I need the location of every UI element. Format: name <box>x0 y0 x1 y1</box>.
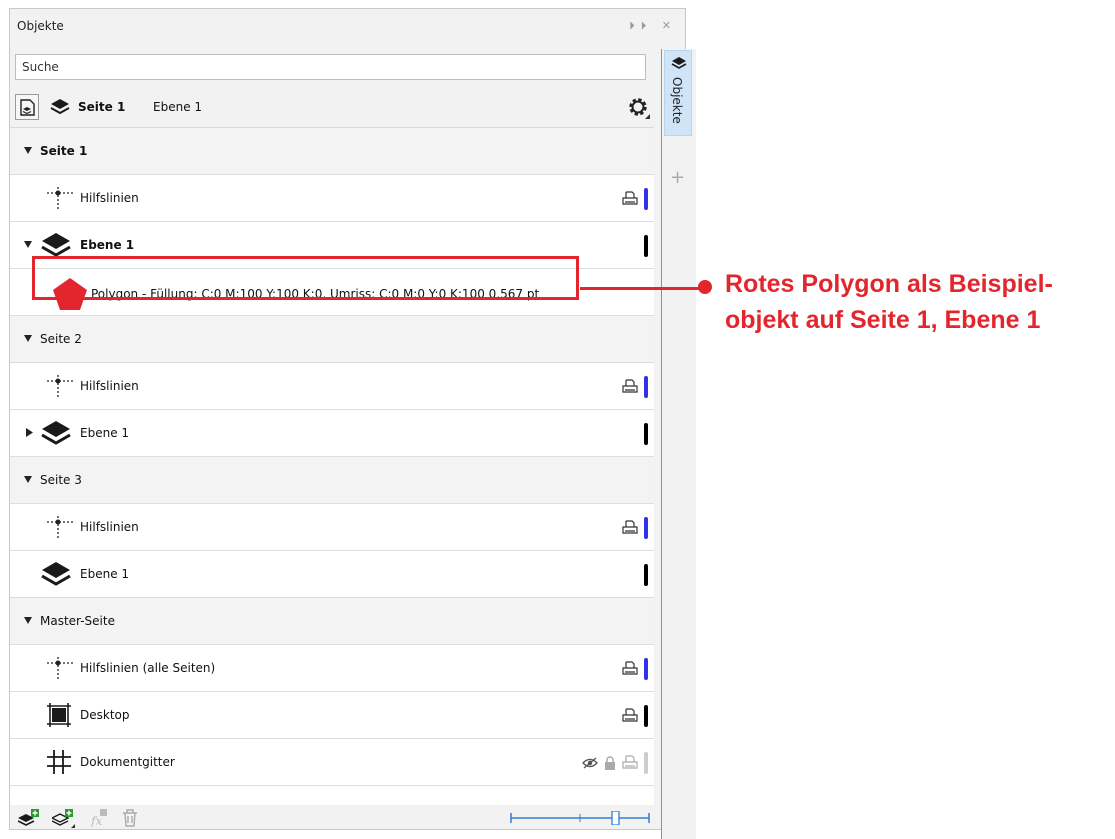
layer-label: Ebene 1 <box>80 238 135 252</box>
tree-row-layer[interactable]: Ebene 1 <box>10 551 654 598</box>
desktop-icon <box>47 703 71 727</box>
page-label: Seite 1 <box>40 144 88 158</box>
row-controls <box>622 704 648 728</box>
objects-docker-tab[interactable]: Objekte <box>664 50 692 136</box>
row-controls <box>644 234 648 258</box>
current-page-label[interactable]: Seite 1 <box>78 100 125 114</box>
guides-icon <box>47 657 73 681</box>
layer-icon <box>41 562 71 586</box>
tree-row-page[interactable]: Master-Seite <box>10 598 654 645</box>
page-label: Seite 3 <box>40 473 82 487</box>
callout-line-2: objekt auf Seite 1, Ebene 1 <box>725 306 1041 334</box>
trash-icon[interactable] <box>122 809 138 827</box>
panel-window-controls[interactable]: ⏵⏵ ✕ <box>629 19 677 33</box>
expand-right-icon[interactable] <box>26 428 33 437</box>
tree-row-page[interactable]: Seite 2 <box>10 316 654 363</box>
callout-text: Rotes Polygon als Beispiel- objekt auf S… <box>725 266 1115 338</box>
layer-label: Ebene 1 <box>80 567 130 581</box>
row-controls <box>622 516 648 540</box>
print-icon[interactable] <box>622 708 638 724</box>
print-icon[interactable] <box>622 661 638 677</box>
panel-title: Objekte <box>17 19 64 33</box>
grid-label: Dokumentgitter <box>80 755 175 769</box>
layer-color-bar <box>644 423 648 445</box>
callout-dot <box>698 280 712 294</box>
layer-icon <box>50 99 70 115</box>
gear-icon[interactable] <box>627 96 651 120</box>
tree-row-grid[interactable]: Dokumentgitter <box>10 739 654 786</box>
layer-label: Ebene 1 <box>80 426 130 440</box>
objects-panel: Objekte ⏵⏵ ✕ Seite 1 Ebene 1 Seit <box>9 8 696 839</box>
page-label: Seite 2 <box>40 332 82 346</box>
tree-row-guides[interactable]: Hilfslinien (alle Seiten) <box>10 645 654 692</box>
guides-label: Hilfslinien <box>80 379 139 393</box>
guides-label: Hilfslinien <box>80 191 139 205</box>
guides-label: Hilfslinien <box>80 520 139 534</box>
tree-row-guides[interactable]: Hilfslinien <box>10 175 654 222</box>
layer-icon <box>41 233 71 257</box>
new-effect-icon[interactable]: fx <box>90 809 108 827</box>
expand-down-icon[interactable] <box>24 617 32 624</box>
thumbnail-size-slider[interactable] <box>510 811 650 825</box>
lock-icon[interactable] <box>604 756 616 770</box>
add-docker-button[interactable]: + <box>670 167 685 188</box>
print-icon[interactable] <box>622 755 638 771</box>
current-layer-label[interactable]: Ebene 1 <box>153 100 202 114</box>
layer-icon <box>671 57 687 69</box>
page-view-button[interactable] <box>15 94 39 120</box>
panel-toolbar: Seite 1 Ebene 1 <box>15 86 655 126</box>
layer-color-bar <box>644 752 648 774</box>
row-controls <box>622 187 648 211</box>
new-master-layer-icon[interactable] <box>52 809 76 829</box>
polygon-highlight-box <box>32 256 579 300</box>
row-controls <box>644 422 648 446</box>
layer-color-bar <box>644 235 648 257</box>
tree-row-page[interactable]: Seite 1 <box>10 128 654 175</box>
desktop-label: Desktop <box>80 708 130 722</box>
panel-titlebar: Objekte ⏵⏵ ✕ <box>10 9 685 43</box>
tree-row-desktop[interactable]: Desktop <box>10 692 654 739</box>
row-controls <box>622 375 648 399</box>
callout-line-1: Rotes Polygon als Beispiel- <box>725 270 1053 298</box>
layer-color-bar <box>644 188 648 210</box>
object-tree: Seite 1 Hilfslinien Ebene 1 Polygon - Fü… <box>10 127 654 805</box>
hidden-eye-icon[interactable] <box>582 757 598 769</box>
expand-down-icon[interactable] <box>24 147 32 154</box>
panel-bottom-toolbar: fx <box>10 805 660 830</box>
guides-icon <box>47 375 73 399</box>
layer-color-bar <box>644 658 648 680</box>
layer-icon <box>41 421 71 445</box>
layer-color-bar <box>644 517 648 539</box>
page-label: Master-Seite <box>40 614 115 628</box>
print-icon[interactable] <box>622 191 638 207</box>
document-grid-icon <box>47 750 71 774</box>
row-controls <box>644 563 648 587</box>
search-input[interactable] <box>15 54 646 80</box>
expand-down-icon[interactable] <box>24 476 32 483</box>
expand-down-icon[interactable] <box>24 241 32 248</box>
print-icon[interactable] <box>622 520 638 536</box>
callout-line <box>580 287 700 290</box>
tree-row-page[interactable]: Seite 3 <box>10 457 654 504</box>
new-layer-icon[interactable] <box>18 809 40 827</box>
docker-tab-label: Objekte <box>670 77 684 124</box>
tree-row-guides[interactable]: Hilfslinien <box>10 363 654 410</box>
expand-down-icon[interactable] <box>24 335 32 342</box>
guides-label: Hilfslinien (alle Seiten) <box>80 661 216 675</box>
tree-row-guides[interactable]: Hilfslinien <box>10 504 654 551</box>
guides-icon <box>47 516 73 540</box>
layer-color-bar <box>644 376 648 398</box>
print-icon[interactable] <box>622 379 638 395</box>
guides-icon <box>47 187 73 211</box>
row-controls <box>622 657 648 681</box>
page-view-icon <box>20 99 35 116</box>
layer-color-bar <box>644 564 648 586</box>
tree-row-layer[interactable]: Ebene 1 <box>10 410 654 457</box>
docker-tab-strip: Objekte + <box>661 49 696 839</box>
layer-color-bar <box>644 705 648 727</box>
row-controls <box>582 751 648 775</box>
